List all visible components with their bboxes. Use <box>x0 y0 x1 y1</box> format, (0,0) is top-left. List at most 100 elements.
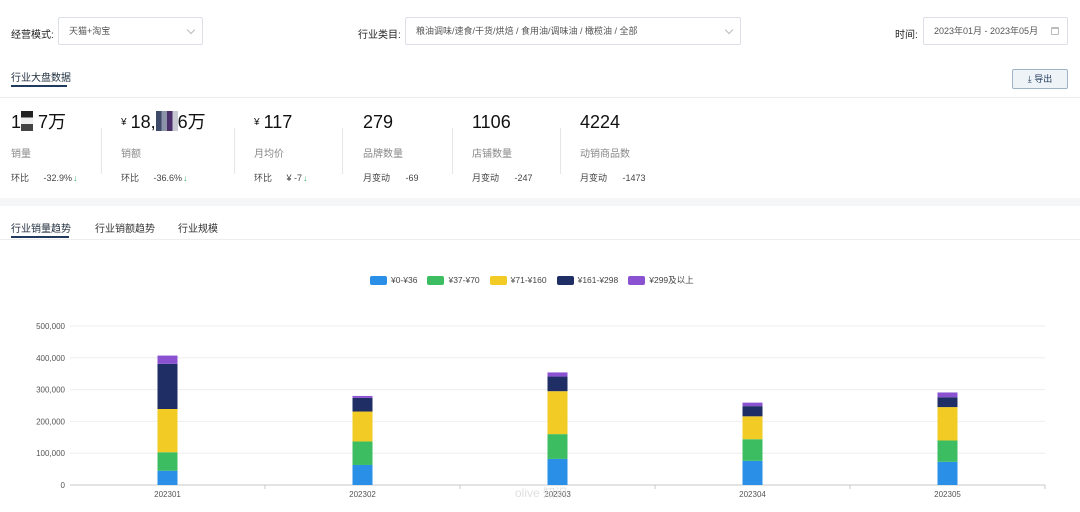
metric-value: ¥18, 6万 <box>121 110 206 134</box>
metric-change: 环比 -32.9%↓ <box>11 171 78 184</box>
category-select[interactable]: 粮油调味/速食/干货/烘焙 / 食用油/调味油 / 橄榄油 / 全部 <box>405 17 741 45</box>
active-tab-underline <box>11 236 69 238</box>
x-tick-label: 202304 <box>739 490 766 499</box>
bar-segment <box>547 372 568 377</box>
metric-name: 销量 <box>11 149 31 160</box>
bar-segment <box>547 434 568 459</box>
export-label: 导出 <box>1034 74 1053 84</box>
metric-name: 销额 <box>121 149 141 160</box>
filter-bar: 经营模式: 天猫+淘宝 行业类目: 粮油调味/速食/干货/烘焙 / 食用油/调味… <box>0 0 1080 60</box>
legend-swatch <box>628 275 646 285</box>
metric-value-part: 18, <box>130 112 156 132</box>
x-tick-label: 202305 <box>934 490 961 499</box>
bar-segment <box>742 439 763 461</box>
tab-industry-scale[interactable]: 行业规模 <box>178 220 218 235</box>
legend-swatch <box>556 275 574 285</box>
metric-change: 月变动 -247 <box>472 171 533 184</box>
legend-swatch <box>427 275 445 285</box>
y-tick-label: 200,000 <box>36 417 65 426</box>
bar-segment <box>352 411 373 442</box>
legend-label: ¥71-¥160 <box>510 275 547 285</box>
metric-value: 279 <box>363 112 394 132</box>
x-tick-label: 202301 <box>154 490 181 499</box>
bar-segment <box>157 408 178 453</box>
download-icon: ⤓ <box>1027 74 1032 84</box>
metric-change-label: 环比 <box>254 173 273 183</box>
section-header: 行业大盘数据 <box>0 60 1080 98</box>
metric-active-products: 4224 动销商品数 月变动 -1473 <box>580 110 646 184</box>
legend-item[interactable]: ¥0-¥36 <box>370 274 417 286</box>
tab-sales-amount-trend[interactable]: 行业销额趋势 <box>95 220 155 235</box>
metric-change-label: 月变动 <box>363 173 391 183</box>
legend-item[interactable]: ¥299及以上 <box>628 274 694 286</box>
x-tick-label: 202302 <box>349 490 376 499</box>
mode-select[interactable]: 天猫+淘宝 <box>58 17 203 45</box>
bar-segment <box>742 402 763 407</box>
redacted-mark <box>21 111 34 131</box>
metric-change-value: -36.6% <box>153 173 183 183</box>
metric-change: 月变动 -69 <box>363 171 419 184</box>
mode-label: 经营模式: <box>11 30 54 41</box>
legend-item[interactable]: ¥37-¥70 <box>427 274 480 286</box>
metric-name: 月均价 <box>254 149 284 160</box>
bar-segment <box>742 460 763 485</box>
metric-name: 动销商品数 <box>580 149 630 160</box>
legend-swatch <box>370 275 387 285</box>
y-tick-label: 0 <box>61 481 66 490</box>
y-tick-label: 100,000 <box>36 449 65 458</box>
bar-segment <box>937 407 958 441</box>
metric-change-label: 月变动 <box>472 173 500 183</box>
metric-change-value: -247 <box>514 173 533 183</box>
metric-change: 环比 -36.6%↓ <box>121 171 206 184</box>
legend-item[interactable]: ¥71-¥160 <box>489 274 547 286</box>
legend-label: ¥37-¥70 <box>448 275 480 285</box>
legend-item[interactable]: ¥161-¥298 <box>556 274 618 286</box>
arrow-down-icon: ↓ <box>183 173 188 183</box>
tab-sales-volume-trend[interactable]: 行业销量趋势 <box>11 220 71 235</box>
metric-store-count: 1106 店铺数量 月变动 -247 <box>472 110 533 184</box>
bar-segment <box>937 440 958 462</box>
metric-change-value: -32.9% <box>43 173 73 183</box>
metric-change: 月变动 -1473 <box>580 171 646 184</box>
y-tick-label: 300,000 <box>36 386 65 395</box>
bar-segment <box>547 376 568 392</box>
metric-name: 品牌数量 <box>363 149 403 160</box>
metric-sales-volume: 1 7万 销量 环比 -32.9%↓ <box>11 110 78 184</box>
bar-segment <box>937 397 958 408</box>
metric-divider <box>234 128 235 174</box>
bar-segment <box>742 406 763 417</box>
stacked-bar-chart: 0 100,000 200,000 300,000 400,000 500,000 2023… <box>36 322 1046 499</box>
y-tick-label: 400,000 <box>36 354 65 363</box>
bar-segment <box>157 355 178 364</box>
section-separator <box>0 198 1080 206</box>
currency-symbol: ¥ <box>121 117 127 128</box>
bar-segment <box>742 416 763 440</box>
redacted-mark <box>155 111 178 131</box>
metric-name: 店铺数量 <box>472 149 512 160</box>
time-range-value: 2023年01月 - 2023年05月 <box>934 26 1039 36</box>
bar-segment <box>157 470 178 485</box>
metric-change-value: -1473 <box>622 173 646 183</box>
calendar-icon <box>1051 27 1059 35</box>
metric-change-label: 环比 <box>11 173 30 183</box>
arrow-down-icon: ↓ <box>73 173 78 183</box>
export-button[interactable]: ⤓ 导出 <box>1012 69 1068 89</box>
bar-segment <box>157 363 178 409</box>
currency-symbol: ¥ <box>254 117 260 128</box>
bar-segment <box>547 391 568 435</box>
watermark: olive 知识 <box>515 486 568 500</box>
metric-value: ¥117 <box>254 110 308 134</box>
metric-value-part: 6万 <box>177 112 206 132</box>
metric-change: 环比 ¥ -7↓ <box>254 171 308 184</box>
metric-value-number: 117 <box>263 112 293 132</box>
metric-value: 4224 <box>580 112 621 132</box>
bar-segment <box>157 452 178 471</box>
metric-value-part: 1 <box>11 112 22 132</box>
legend-label: ¥0-¥36 <box>391 275 418 285</box>
section-title[interactable]: 行业大盘数据 <box>11 69 71 84</box>
time-range-picker[interactable]: 2023年01月 - 2023年05月 <box>923 17 1068 45</box>
metric-divider <box>101 128 102 174</box>
bar-segment <box>547 458 568 485</box>
metric-change-value: ¥ -7 <box>286 173 303 183</box>
category-select-value: 粮油调味/速食/干货/烘焙 / 食用油/调味油 / 橄榄油 / 全部 <box>416 26 638 36</box>
